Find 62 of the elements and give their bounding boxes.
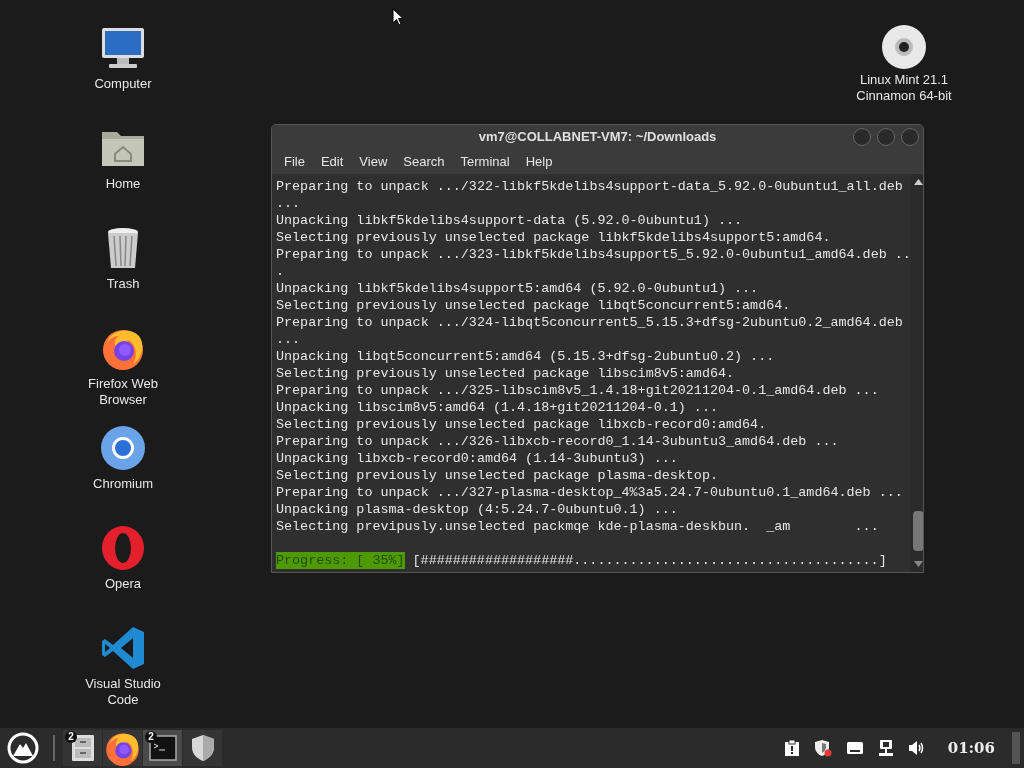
desktop-icon-label[interactable]: Computer [75, 76, 171, 92]
chromium-icon [99, 424, 147, 472]
terminal-line: ... [276, 331, 301, 348]
terminal-line: . [276, 263, 285, 280]
clock[interactable]: 01:06 [947, 736, 995, 760]
code-editor-icon [99, 624, 147, 672]
menu-item[interactable]: Terminal [452, 151, 518, 172]
scrollbar[interactable] [910, 174, 923, 572]
terminal-line: Selecting previously unselected package libqt5concurrent5:amd64. [276, 297, 791, 314]
terminal-line: Preparing to unpack .../324-libqt5concurrent5_5.15.3+dfsg-2ubuntu0.2_amd64.deb [276, 314, 903, 331]
scroll-thumb[interactable] [912, 511, 923, 551]
terminal-line: Unpacking libqt5concurrent5:amd64 (5.15.3+dfsg-2ubuntu0.2) ... [276, 348, 775, 365]
terminal-line: Unpacking plasma-desktop (4:5.24.7-0ubuntu0.1) ... [276, 501, 678, 518]
terminal-line: Preparing to unpack .../326-libxcb-record0_1.14-3ubuntu3_amd64.deb ... [276, 433, 839, 450]
terminal-line: Unpacking libscim8v5:amd64 (1.4.18+git20211204-0.1) ... [276, 399, 718, 416]
scroll-up-icon[interactable] [913, 179, 923, 185]
desktop-icon-label[interactable]: Visual Studio Code [75, 676, 171, 708]
terminal-line: Selecting previously unselected package libxcb-record0:amd64. [276, 416, 767, 433]
volume-icon[interactable] [907, 740, 926, 756]
count-badge: 2 [65, 731, 77, 743]
clipboard-alert-icon[interactable] [783, 739, 800, 757]
terminal-line: ... [276, 195, 301, 212]
terminal-line: Preparing to unpack .../327-plasma-desktop_4%3a5.24.7-0ubuntu0.1_amd64.deb ... [276, 484, 903, 501]
network-icon[interactable] [877, 739, 894, 757]
mouse-cursor-icon [392, 8, 404, 26]
taskbar-button[interactable] [183, 730, 222, 766]
menu-item[interactable]: View [351, 151, 396, 172]
menu-item[interactable]: Edit [312, 151, 352, 172]
terminal-line: Unpacking libxcb-record0:amd64 (1.14-3ubuntu3) ... [276, 450, 678, 467]
progress-label: Progress: [ 35%] [276, 552, 405, 569]
menu-item[interactable]: Help [517, 151, 561, 172]
menu-item[interactable]: Search [395, 151, 453, 172]
file-cabinet-icon [70, 734, 95, 762]
menu-item[interactable]: File [276, 151, 313, 172]
menu-button[interactable] [7, 732, 39, 764]
taskbar-button[interactable]: 2 [143, 730, 182, 766]
disc-icon [880, 23, 928, 71]
terminal-line: Preparing to unpack .../323-libkf5kdelibs4support5_5.92.0-0ubuntu1_amd64.deb .. [276, 246, 911, 263]
taskbar-button[interactable] [103, 730, 142, 766]
opera-icon [99, 524, 147, 572]
count-badge: 2 [145, 731, 157, 743]
terminal-line: Unpacking libkf5kdelibs4support-data (5.92.0-0ubuntu1) ... [276, 212, 743, 229]
terminal-line: Selecting previously unselected package libkf5kdelibs4support5:amd64. [276, 229, 831, 246]
progress-bar-text: [###################......................................] [412, 552, 887, 569]
terminal-line: Selecting previously unselected package plasma-desktop. [276, 467, 718, 484]
terminal-line: Selecting previpusly.unselected packmqe kde-plasma-deskbun. _am ... [276, 518, 879, 535]
terminal-line: Selecting previously unselected package libscim8v5:amd64. [276, 365, 735, 382]
desktop-icon-label[interactable]: Home [75, 176, 171, 192]
window-title: vm7@COLLABNET-VM7: ~/Downloads [478, 128, 717, 147]
terminal-line: Preparing to unpack .../322-libkf5kdelibs4support-data_5.92.0-0ubuntu1_all.deb [276, 178, 903, 195]
desktop-icon-label[interactable]: Firefox Web Browser [75, 376, 171, 408]
keyboard-icon[interactable] [845, 741, 864, 755]
desktop-icon-label[interactable]: Opera [75, 576, 171, 592]
taskbar-button[interactable]: 2 [63, 730, 102, 766]
shield-icon [190, 734, 215, 762]
desktop-icon-label[interactable]: Trash [75, 276, 171, 292]
scroll-down-icon[interactable] [913, 561, 923, 567]
shield-alert-icon[interactable] [813, 739, 832, 757]
terminal-line: Preparing to unpack .../325-libscim8v5_1.4.18+git20211204-0.1_amd64.deb ... [276, 382, 879, 399]
desktop-icon-label[interactable]: Linux Mint 21.1 Cinnamon 64-bit [850, 72, 958, 104]
desktop-icon-label[interactable]: Chromium [75, 476, 171, 492]
terminal-line: Unpacking libkf5kdelibs4support5:amd64 (5.92.0-0ubuntu1) ... [276, 280, 759, 297]
